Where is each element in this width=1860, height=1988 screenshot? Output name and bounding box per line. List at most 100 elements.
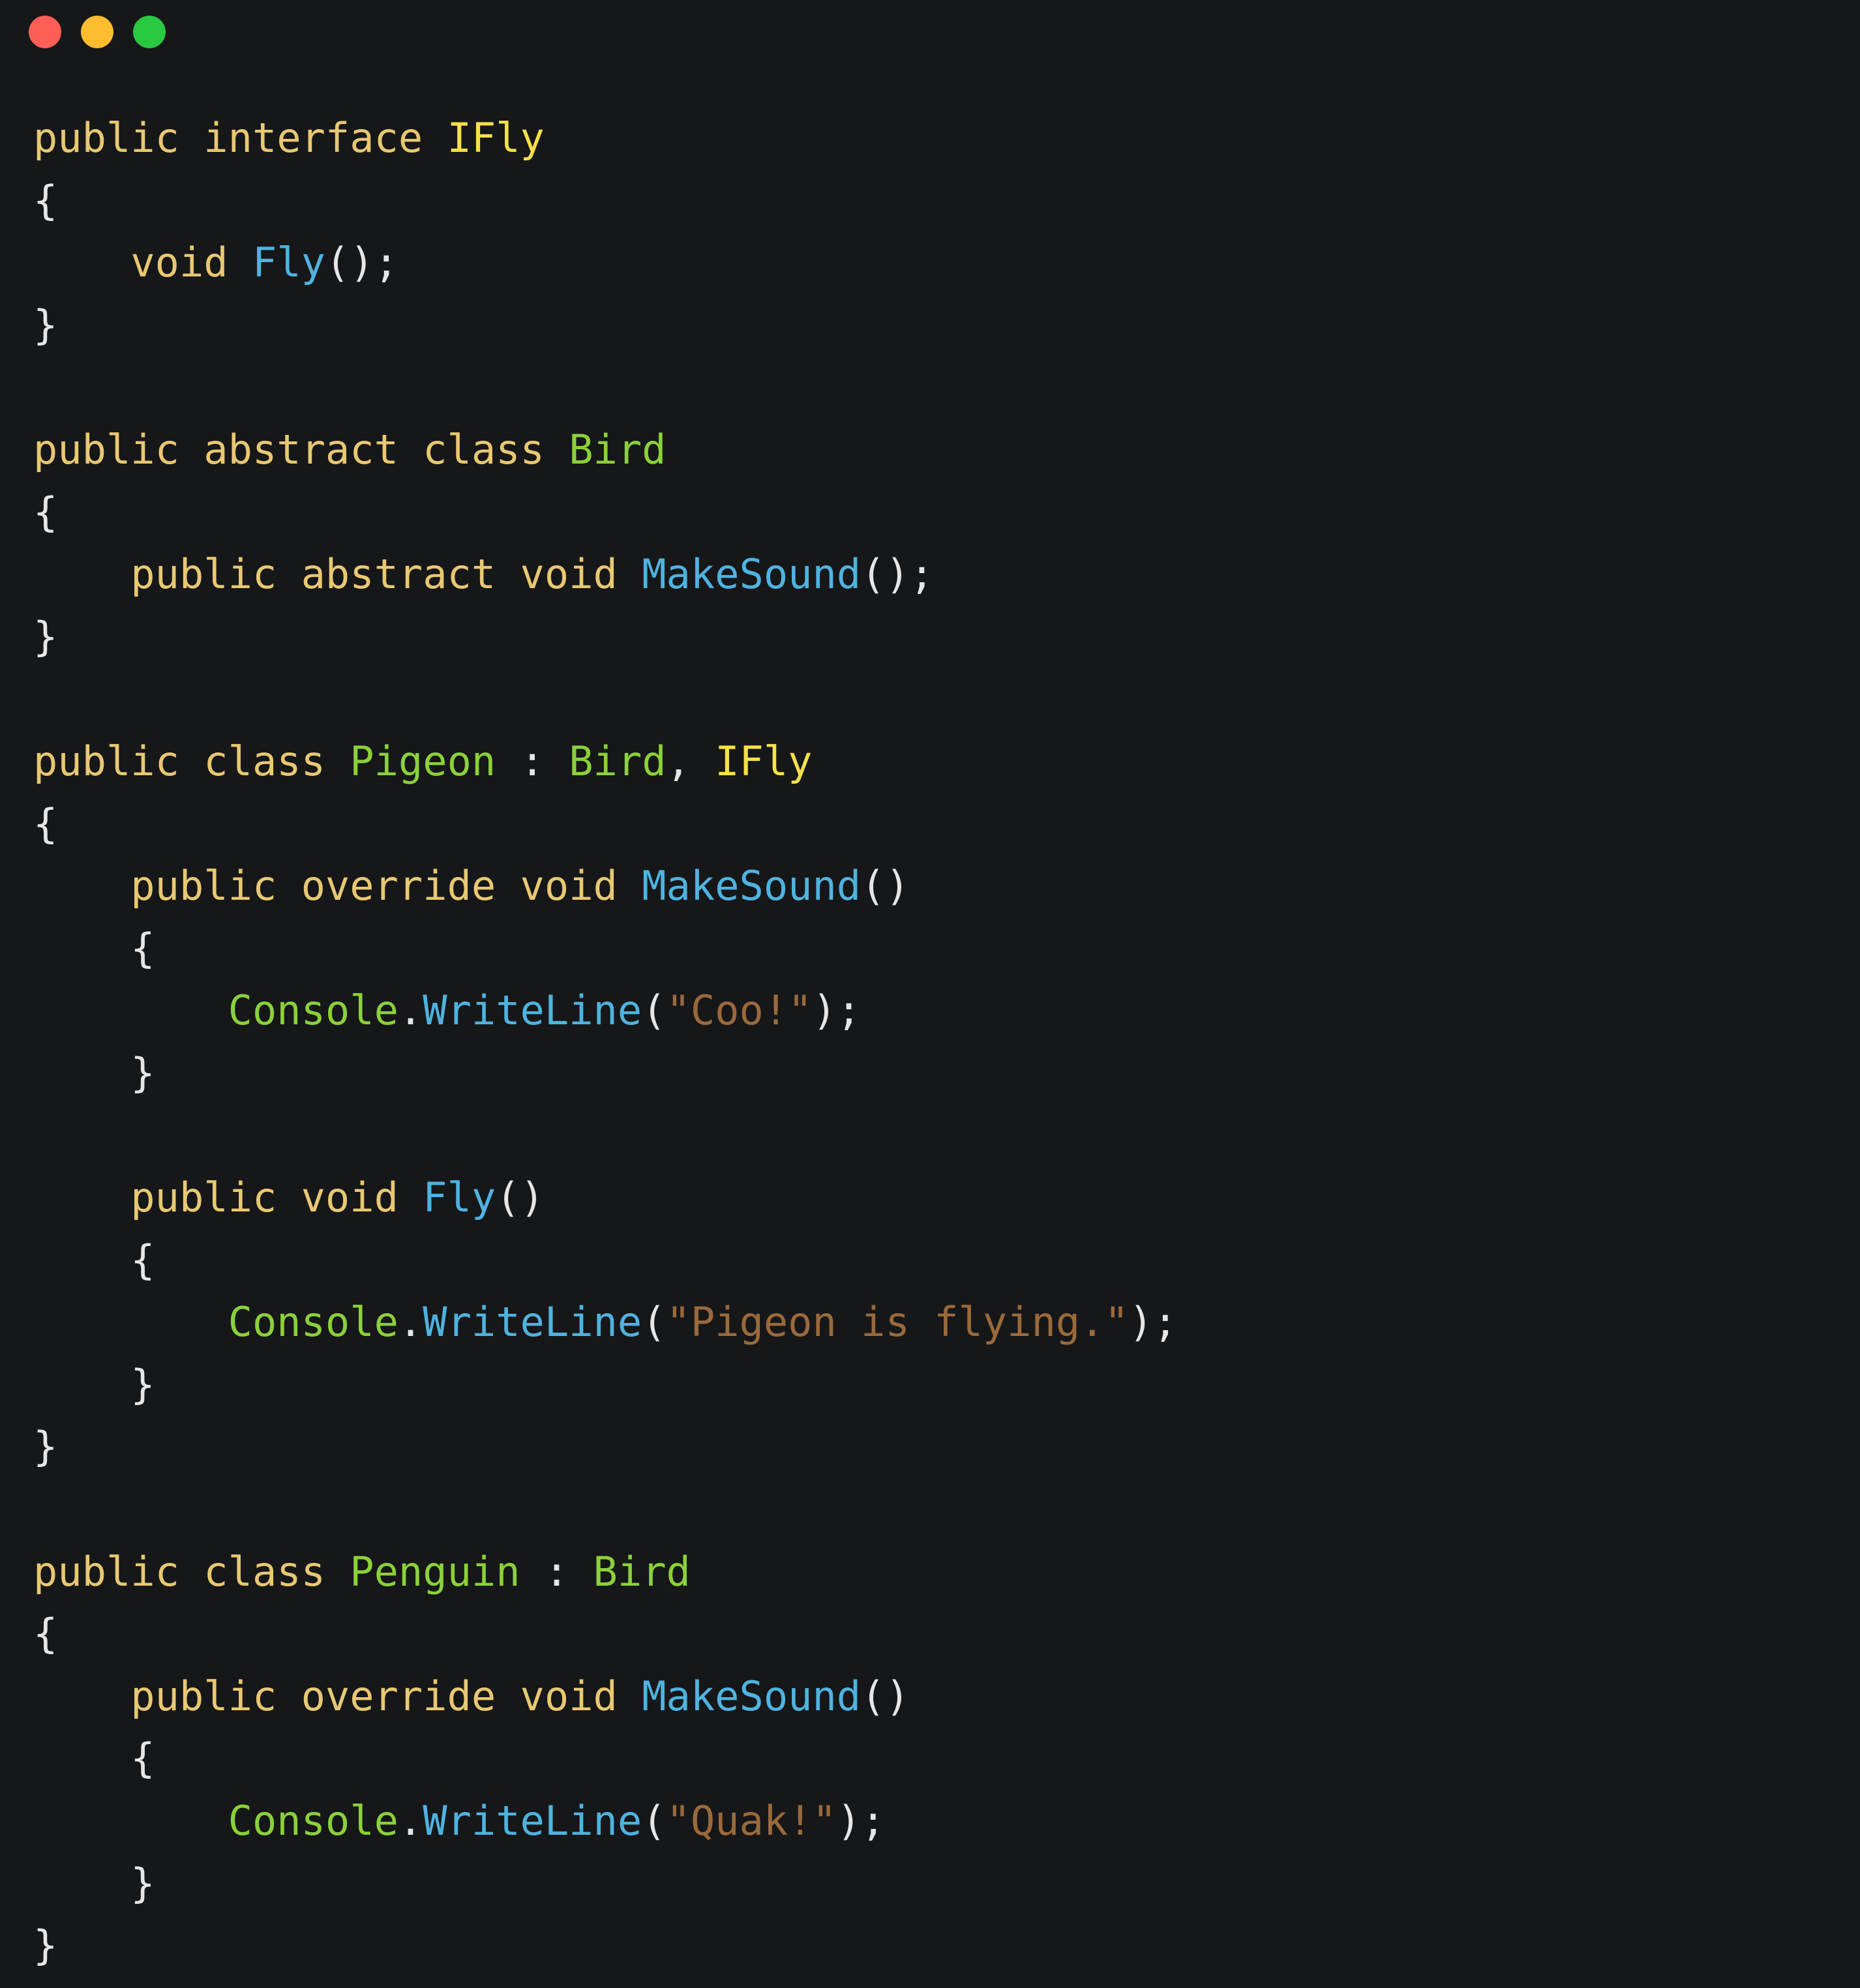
code-token-string: "Quak!" [666, 1797, 837, 1845]
code-line: } [33, 1852, 1177, 1915]
code-token-punct: ); [812, 987, 862, 1035]
code-token-keyword: public override void [33, 1672, 642, 1720]
code-token-class: Penguin [350, 1547, 520, 1595]
code-window: public interface IFly{ void Fly();} publ… [0, 0, 1860, 1988]
code-line: { [33, 1229, 1177, 1292]
code-token-punct: { [33, 1236, 155, 1284]
code-token-class: Bird [593, 1547, 691, 1595]
code-line: } [33, 294, 1177, 357]
code-line: public abstract void MakeSound(); [33, 543, 1177, 606]
code-token-punct: { [33, 488, 58, 536]
code-token-interface: IFly [715, 737, 813, 785]
code-line: public void Fly() [33, 1166, 1177, 1229]
code-token-punct: } [33, 301, 58, 349]
code-line: } [33, 1042, 1177, 1105]
code-token-punct: () [861, 862, 910, 910]
code-token-method: WriteLine [423, 1797, 642, 1845]
code-line: public abstract class Bird [33, 419, 1177, 481]
code-token-punct: { [33, 176, 58, 224]
code-line: public override void MakeSound() [33, 855, 1177, 917]
code-token-class: Console [228, 1797, 398, 1845]
code-line: public override void MakeSound() [33, 1665, 1177, 1728]
code-token-punct: , [666, 737, 715, 785]
code-token-punct: } [33, 1423, 58, 1471]
code-token-keyword: public abstract class [33, 425, 569, 473]
code-token-punct: ); [1128, 1298, 1178, 1346]
code-token-method: MakeSound [642, 1672, 862, 1720]
code-line: Console.WriteLine("Pigeon is flying."); [33, 1291, 1178, 1354]
code-line: } [33, 1416, 1177, 1478]
code-token-method: WriteLine [423, 987, 642, 1035]
code-token-punct: . [398, 1298, 423, 1346]
code-token-string: "Coo!" [666, 987, 813, 1035]
code-token-punct: . [398, 1797, 423, 1845]
code-token-class: Bird [569, 737, 667, 785]
code-line: { [33, 170, 1177, 232]
code-token-keyword: void [33, 239, 252, 287]
code-token-punct: } [33, 612, 58, 660]
code-token-method: Fly [423, 1174, 496, 1222]
code-token-string: "Pigeon is flying." [666, 1298, 1129, 1346]
code-token-punct: { [33, 924, 155, 972]
code-token-punct: () [861, 1672, 910, 1720]
code-line: public class Pigeon : Bird, IFly [33, 730, 1177, 793]
code-token-punct: ( [642, 1298, 667, 1346]
window-controls [29, 16, 166, 48]
code-line: } [33, 1914, 1177, 1977]
code-line: } [33, 1354, 1177, 1416]
code-token-punct: ( [642, 1797, 667, 1845]
code-token-punct: } [33, 1921, 58, 1970]
code-line: public interface IFly [33, 107, 1177, 170]
code-token-punct [33, 1797, 228, 1845]
code-token-class: Pigeon [350, 737, 496, 785]
code-token-class: Console [228, 1298, 398, 1346]
code-token-method: MakeSound [642, 862, 862, 910]
code-line: } [33, 606, 1177, 668]
code-token-punct: { [33, 1734, 155, 1783]
code-token-punct: ); [836, 1797, 886, 1845]
code-token-keyword: public override void [33, 862, 642, 910]
code-line: Console.WriteLine("Coo!"); [33, 979, 1177, 1042]
code-token-punct: (); [325, 239, 398, 287]
code-token-punct: : [496, 737, 569, 785]
code-token-keyword: public class [33, 737, 350, 785]
code-token-keyword: public class [33, 1547, 350, 1595]
code-token-class: Console [228, 987, 398, 1035]
code-token-punct: ( [642, 987, 667, 1035]
code-token-method: Fly [252, 239, 325, 287]
code-token-class: Bird [569, 425, 667, 473]
code-line: public class Penguin : Bird [33, 1541, 1177, 1603]
code-token-punct: } [33, 1859, 155, 1907]
minimize-button[interactable] [81, 16, 113, 48]
code-token-keyword: public void [33, 1174, 423, 1222]
code-token-keyword: public interface [33, 114, 447, 162]
code-line: Console.WriteLine("Quak!"); [33, 1790, 1177, 1852]
code-line: { [33, 793, 1177, 855]
code-token-punct: : [520, 1547, 593, 1595]
code-line: { [33, 1727, 1177, 1790]
code-token-punct: } [33, 1360, 155, 1408]
code-block: public interface IFly{ void Fly();} publ… [33, 107, 1177, 1977]
code-token-punct: { [33, 1610, 58, 1658]
code-token-punct: (); [861, 550, 935, 599]
code-token-punct: () [496, 1174, 545, 1222]
code-token-punct: { [33, 799, 58, 848]
code-token-interface: IFly [447, 114, 545, 162]
code-token-punct [33, 1298, 228, 1346]
code-token-punct [33, 987, 228, 1034]
code-token-punct: . [398, 987, 423, 1035]
code-token-keyword: public abstract void [33, 550, 642, 599]
code-line: { [33, 1603, 1177, 1665]
close-button[interactable] [29, 16, 61, 48]
code-line: { [33, 917, 1177, 980]
maximize-button[interactable] [133, 16, 166, 48]
code-line: { [33, 481, 1177, 544]
code-line: void Fly(); [33, 231, 1177, 294]
code-token-punct: } [33, 1048, 155, 1097]
code-token-method: WriteLine [423, 1298, 642, 1346]
code-token-method: MakeSound [642, 550, 862, 599]
